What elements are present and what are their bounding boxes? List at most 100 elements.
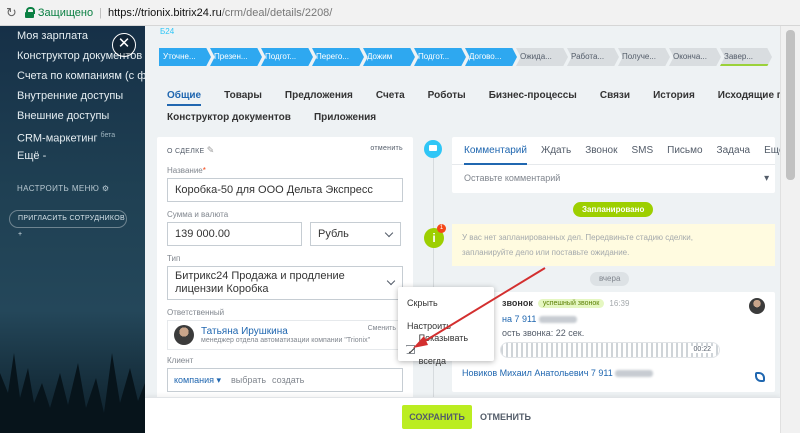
call-time: 16:39 [609,298,630,308]
stage-item[interactable]: Оконча... [669,48,721,66]
lock-icon [24,7,35,18]
stage-item[interactable]: Уточне... [159,48,211,66]
stage-item[interactable]: Ожида... [516,48,568,66]
tab-doc-constructor[interactable]: Конструктор документов [167,108,291,128]
stage-item[interactable]: Получе... [618,48,670,66]
stage-item[interactable]: Работа... [567,48,619,66]
avatar[interactable] [174,325,194,345]
separator: | [99,6,102,19]
secure-label: Защищено [37,6,94,19]
save-button[interactable]: СОХРАНИТЬ [402,405,472,429]
tab-links[interactable]: Связи [600,86,630,106]
url-path[interactable]: /crm/deal/details/2208/ [222,7,333,19]
call-title: звонок [502,298,533,308]
call-phone: на 7 911 [502,314,765,324]
tab-call[interactable]: Звонок [585,137,617,165]
stage-item[interactable]: Перего... [312,48,364,66]
configure-menu-link[interactable]: НАСТРОИТЬ МЕНЮ ⚙ [0,182,145,196]
pencil-icon[interactable]: ✎ [207,145,215,155]
more-suffix: - [42,150,47,162]
stage-item[interactable]: Завер... [720,48,772,66]
currency-value: Рубль [318,228,349,240]
tab-wait[interactable]: Ждать [541,137,571,165]
tab-invoices[interactable]: Счета [376,86,405,106]
stage-item[interactable]: Презен... [210,48,262,66]
currency-select[interactable]: Рубль [310,222,401,246]
planned-note-line: У вас нет запланированных дел. Передвинь… [462,233,693,242]
show-always-label: Показывать всегда [418,332,469,366]
tab-more[interactable]: Ещё ▾ [764,137,780,184]
invite-employees-button[interactable]: ПРИГЛАСИТЬ СОТРУДНИКОВ + [9,210,127,238]
call-duration: ость звонка: 22 сек. [502,328,585,338]
client-label: Клиент [167,356,194,365]
tab-business-processes[interactable]: Бизнес-процессы [489,86,577,106]
stage-item[interactable]: Дожим [363,48,415,66]
call-audio-player[interactable]: 00:22 [500,342,720,358]
chevron-down-icon [384,228,394,238]
sidebar-item-more[interactable]: Ещё - [0,146,145,166]
scrollbar-thumb[interactable] [786,30,795,180]
left-sidebar: Моя зарплата Конструктор документов Счет… [0,26,145,433]
avatar[interactable] [749,298,765,314]
tab-outgoing-emails[interactable]: Исходящие письма [718,86,780,106]
sidebar-item-invoices[interactable]: Счета по компаниям (с ф... [0,66,145,86]
type-select[interactable]: Битрикс24 Продажа и продление лицензии К… [167,266,403,300]
cancel-edit-link[interactable]: отменить [370,145,403,156]
responsible-position: менеджер отдела автоматизации компании "… [201,337,371,344]
stage-item[interactable]: Подгот... [261,48,313,66]
stage-item[interactable]: Догово... [465,48,517,66]
tab-quotes[interactable]: Предложения [285,86,353,106]
tab-general[interactable]: Общие [167,86,202,106]
pipeline-stages: Уточне... Презен... Подгот... Перего... … [159,48,772,66]
mouse-cursor [406,346,412,354]
call-activity-card: звонок успешный звонок 16:39 на 7 911 ос… [452,292,775,392]
tab-robots[interactable]: Роботы [428,86,466,106]
menu-item-show-always[interactable]: Показывать всегда [398,333,494,366]
menu-item-hide[interactable]: Скрыть [398,292,494,315]
tab-task[interactable]: Задача [717,137,751,165]
name-label: Название* [167,166,403,175]
page-scrollbar[interactable] [780,26,800,433]
sidebar-item-external-access[interactable]: Внешние доступы [0,106,145,126]
crm-marketing-label: CRM-маркетинг [17,132,98,145]
phone-icon[interactable] [755,372,765,382]
tab-sms[interactable]: SMS [631,137,653,165]
notification-count: 1 [437,224,446,233]
reload-icon[interactable]: ↻ [6,5,17,21]
tab-comment[interactable]: Комментарий [464,137,527,165]
sidebar-item-crm-marketing[interactable]: CRM-маркетинг бета [0,126,145,146]
client-create-link[interactable]: создать [272,375,304,385]
client-type-select[interactable]: компания ▾ [174,375,221,386]
masked-number [538,316,577,324]
bottom-action-bar: СОХРАНИТЬ ОТМЕНИТЬ [145,397,780,433]
tab-applications[interactable]: Приложения [314,108,376,128]
tab-history[interactable]: История [653,86,695,106]
url-host[interactable]: https://trionix.bitrix24.ru [108,7,222,19]
planned-badge: Запланировано [573,202,654,217]
browser-address-bar[interactable]: ↻ Защищено | https://trionix.bitrix24.ru… [0,0,800,26]
sum-input[interactable]: 139 000.00 [167,222,302,246]
call-phone-text[interactable]: на 7 911 [502,314,536,324]
type-value: Битрикс24 Продажа и продление лицензии К… [175,270,345,295]
cancel-button[interactable]: ОТМЕНИТЬ [480,405,531,429]
planned-empty-note: У вас нет запланированных дел. Передвинь… [452,224,775,266]
client-type-label: компания [174,374,214,385]
context-menu: Скрыть Настроить Показывать всегда [398,287,494,366]
more-label: Ещё [17,150,40,162]
type-label: Тип [167,254,181,263]
tab-email[interactable]: Письмо [667,137,702,165]
comment-input[interactable]: Оставьте комментарий [452,165,775,191]
change-responsible-link[interactable]: Сменить [368,325,396,332]
client-select-link[interactable]: выбрать [231,375,266,385]
sidebar-item-internal-access[interactable]: Внутренние доступы [0,86,145,106]
masked-number [615,370,654,378]
section-title: О СДЕЛКЕ ✎ [167,145,215,156]
responsible-label: Ответственный [167,308,225,317]
sum-label: Сумма и валюта [167,210,229,219]
deal-name-input[interactable]: Коробка-50 для ООО Дельта Экспресс [167,178,403,202]
responsible-name[interactable]: Татьяна Ирушкина [201,326,370,337]
section-title-label: О СДЕЛКЕ [167,148,205,155]
stage-item[interactable]: Подгот... [414,48,466,66]
close-slider-button[interactable]: ✕ [112,33,136,57]
tab-products[interactable]: Товары [224,86,262,106]
